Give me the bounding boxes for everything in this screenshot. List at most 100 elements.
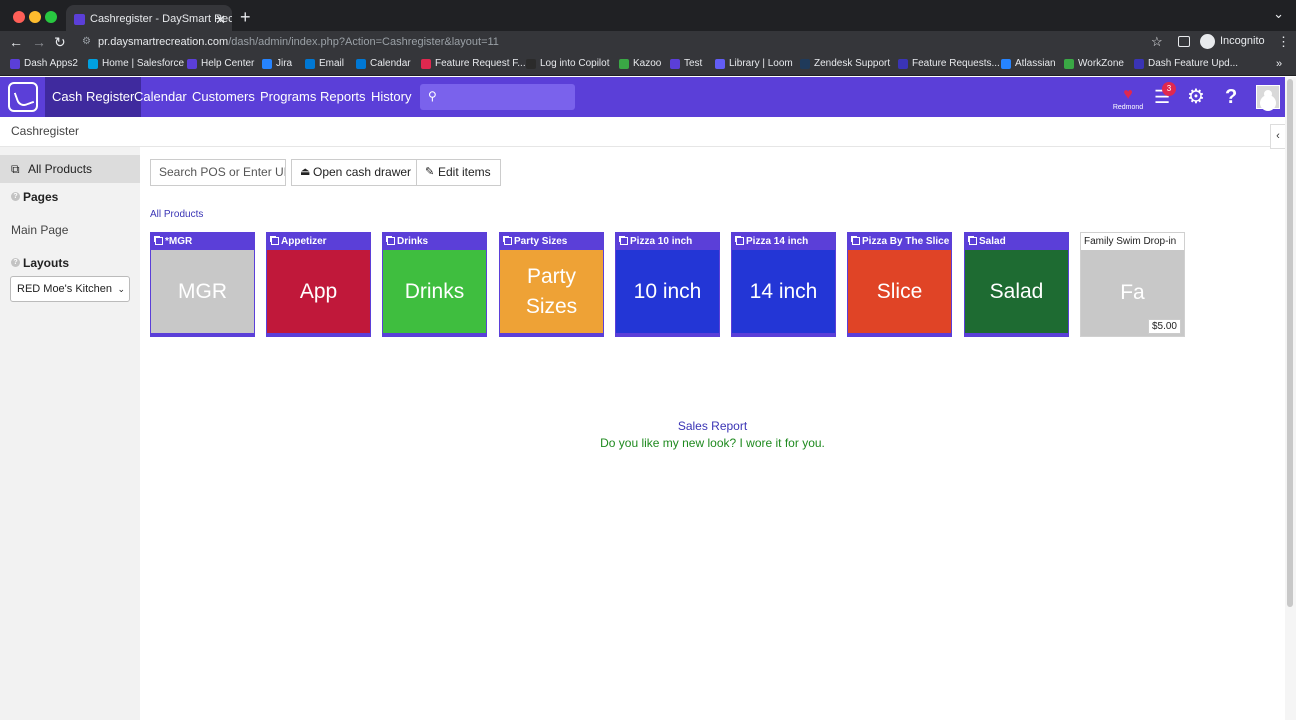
tile-name: Pizza By The Slice (862, 236, 950, 247)
tab-close-icon[interactable]: ✕ (215, 5, 226, 34)
bookmark-item[interactable]: Jira (262, 53, 292, 75)
tile-header: Party Sizes (500, 233, 603, 250)
bookmark-item[interactable]: WorkZone (1064, 53, 1124, 75)
copy-icon (969, 237, 977, 245)
bookmark-item[interactable]: Email (305, 53, 344, 75)
layout-select[interactable]: RED Moe's Kitchen ⌄ (10, 276, 130, 302)
bookmark-item[interactable]: Calendar (356, 53, 411, 75)
window-close-control[interactable] (13, 11, 25, 23)
location-switcher[interactable]: ♥ Redmond (1110, 86, 1146, 112)
new-tab-button[interactable]: + (240, 4, 251, 30)
tile-name: *MGR (165, 236, 193, 247)
tile-name: Pizza 10 inch (630, 236, 693, 247)
category-tile-mgr[interactable]: *MGR MGR (150, 232, 255, 337)
pages-help-icon[interactable]: ? (11, 192, 20, 201)
bookmark-favicon-icon (1064, 59, 1074, 69)
edit-items-label: Edit items (438, 165, 491, 179)
page-scrollbar[interactable] (1285, 77, 1296, 720)
all-products-breadcrumb-link[interactable]: All Products (150, 209, 203, 220)
bookmark-favicon-icon (88, 59, 98, 69)
incognito-indicator[interactable]: Incognito (1200, 33, 1265, 50)
tile-header: Salad (965, 233, 1068, 250)
pos-search-input[interactable]: Search POS or Enter UPC (150, 159, 286, 186)
sales-report-label[interactable]: Sales Report (678, 419, 747, 433)
site-info-icon[interactable]: ⚙ (82, 32, 91, 52)
bookmark-item[interactable]: Home | Salesforce (88, 53, 184, 75)
bookmark-favicon-icon (10, 59, 20, 69)
reload-icon[interactable]: ↻ (54, 32, 66, 52)
bookmark-item[interactable]: Library | Loom (715, 53, 793, 75)
category-tile-pizza-14-inch[interactable]: Pizza 14 inch 14 inch (731, 232, 836, 337)
sidebar-item-main-page[interactable]: Main Page (11, 223, 68, 237)
tile-label: Drinks (404, 279, 465, 303)
category-tile-party-sizes[interactable]: Party Sizes Party Sizes (499, 232, 604, 337)
bookmark-label: Zendesk Support (814, 58, 891, 69)
sales-report-link[interactable]: Sales Report (140, 419, 1285, 433)
nav-calendar[interactable]: Calendar (127, 77, 194, 117)
location-label: Redmond (1112, 104, 1144, 111)
nav-customers[interactable]: Customers (185, 77, 262, 117)
bookmark-label: Calendar (370, 58, 411, 69)
bookmark-label: WorkZone (1078, 58, 1124, 69)
window-minimize-control[interactable] (29, 11, 41, 23)
tile-label: Slice (876, 279, 923, 303)
url-field[interactable]: ⚙ pr.daysmartrecreation.com/dash/admin/i… (78, 32, 1172, 52)
nav-history[interactable]: History (364, 77, 418, 117)
tab-title: Cashregister - DaySmart Rec (90, 13, 232, 25)
bookmark-item[interactable]: Atlassian (1001, 53, 1056, 75)
category-tile-salad[interactable]: Salad Salad (964, 232, 1069, 337)
tab-search-chevron-icon[interactable]: ⌄ (1273, 6, 1284, 22)
scrollbar-thumb[interactable] (1287, 79, 1293, 607)
browser-menu-icon[interactable]: ⋮ (1277, 32, 1290, 52)
window-zoom-control[interactable] (45, 11, 57, 23)
edit-items-button[interactable]: ✎ Edit items (416, 159, 501, 186)
bookmark-item[interactable]: Test (670, 53, 702, 75)
category-tile-pizza-10-inch[interactable]: Pizza 10 inch 10 inch (615, 232, 720, 337)
price-tag: $5.00 (1147, 319, 1181, 334)
global-search-input[interactable]: ⚲ (420, 84, 575, 110)
browser-tab[interactable]: Cashregister - DaySmart Rec ✕ (66, 5, 232, 34)
collapse-panel-chevron-icon[interactable]: ‹ (1270, 124, 1285, 149)
category-tile-drinks[interactable]: Drinks Drinks (382, 232, 487, 337)
category-tile-pizza-by-the-slice[interactable]: Pizza By The Slice Slice (847, 232, 952, 337)
forward-arrow-icon[interactable]: → (32, 32, 46, 52)
bookmark-item[interactable]: Zendesk Support (800, 53, 890, 75)
sitemap-icon: ⧉ (11, 162, 20, 176)
side-panel-icon[interactable] (1178, 36, 1190, 47)
user-avatar[interactable] (1256, 85, 1280, 109)
tile-label: Salad (989, 279, 1044, 303)
sidebar-item-all-products[interactable]: ⧉ All Products (0, 155, 140, 183)
tile-label: App (299, 279, 338, 303)
bookmark-item[interactable]: Kazoo (619, 53, 661, 75)
layout-select-value: RED Moe's Kitchen (17, 283, 113, 295)
location-heart-icon: ♥ (1123, 86, 1133, 103)
bookmark-label: Jira (276, 58, 293, 69)
bookmarks-overflow-icon[interactable]: » (1276, 53, 1282, 75)
open-cash-drawer-button[interactable]: ⏏ Open cash drawer (291, 159, 417, 186)
back-arrow-icon[interactable]: ← (9, 32, 23, 52)
item-tile-family-swim-drop-in[interactable]: Family Swim Drop-in Fa $5.00 (1080, 232, 1185, 337)
bookmark-item[interactable]: Feature Request F... (421, 53, 526, 75)
item-tile-header: Family Swim Drop-in (1081, 233, 1184, 250)
bookmark-item[interactable]: Dash Apps2 (10, 53, 78, 75)
bookmark-item[interactable]: Dash Feature Upd... (1134, 53, 1238, 75)
settings-gear-icon[interactable]: ⚙ (1187, 84, 1205, 110)
bookmark-item[interactable]: Help Center (187, 53, 254, 75)
help-icon[interactable]: ? (1225, 83, 1237, 111)
bookmark-favicon-icon (1001, 59, 1011, 69)
bookmark-favicon-icon (187, 59, 197, 69)
copy-icon (736, 237, 744, 245)
daysmart-logo-icon[interactable] (8, 82, 38, 112)
tile-name: Salad (979, 236, 1006, 247)
category-tile-appetizer[interactable]: Appetizer App (266, 232, 371, 337)
bookmark-item[interactable]: Log into Copilot (526, 53, 610, 75)
bookmark-favicon-icon (715, 59, 725, 69)
bookmark-item[interactable]: Feature Requests... (898, 53, 1000, 75)
tile-header: Pizza By The Slice (848, 233, 951, 250)
layouts-help-icon[interactable]: ? (11, 258, 20, 267)
bookmark-star-icon[interactable]: ☆ (1151, 32, 1163, 52)
pos-search-placeholder: Search POS or Enter UPC (159, 165, 285, 179)
tile-label: Party Sizes (525, 264, 578, 318)
address-bar-row: ← → ↻ ⚙ pr.daysmartrecreation.com/dash/a… (0, 31, 1296, 53)
copy-icon (387, 237, 395, 245)
